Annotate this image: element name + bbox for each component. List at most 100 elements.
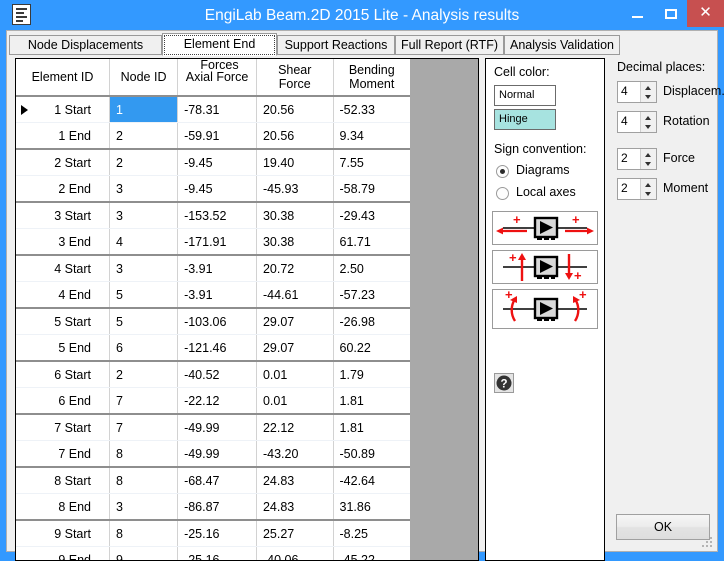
tab-element-end-forces[interactable]: Element End Forces — [162, 33, 277, 72]
table-row[interactable]: 3 End 4 -171.91 30.38 61.71 — [16, 228, 410, 256]
cell-node-id[interactable]: 8 — [109, 467, 179, 494]
cell-bending-moment[interactable]: -50.89 — [333, 440, 410, 468]
cell-node-id[interactable]: 3 — [109, 202, 179, 229]
cell-bending-moment[interactable]: -58.79 — [333, 175, 410, 203]
cell-axial-force[interactable]: -153.52 — [177, 202, 257, 229]
cell-element-id[interactable]: 6 Start — [16, 361, 111, 388]
stepper-buttons[interactable] — [640, 82, 656, 102]
cell-axial-force[interactable]: -68.47 — [177, 467, 257, 494]
cell-shear-force[interactable]: 0.01 — [256, 387, 334, 415]
cell-shear-force[interactable]: -45.93 — [256, 175, 334, 203]
cell-bending-moment[interactable]: -52.33 — [333, 96, 410, 123]
cell-bending-moment[interactable]: 31.86 — [333, 493, 410, 521]
cell-bending-moment[interactable]: -8.25 — [333, 520, 410, 547]
cell-bending-moment[interactable]: 1.79 — [333, 361, 410, 388]
cell-element-id[interactable]: 7 End — [16, 440, 111, 468]
cell-node-id[interactable]: 3 — [109, 493, 179, 521]
close-button[interactable]: ✕ — [687, 0, 724, 27]
cell-element-id[interactable]: 3 End — [16, 228, 111, 256]
cell-node-id[interactable]: 6 — [109, 334, 179, 362]
table-row[interactable]: 5 End 6 -121.46 29.07 60.22 — [16, 334, 410, 362]
shear-force-sign-diagram[interactable]: + + — [492, 250, 598, 284]
cell-element-id[interactable]: 1 Start — [16, 96, 111, 123]
stepper-down-icon[interactable] — [641, 92, 656, 102]
cell-shear-force[interactable]: -43.20 — [256, 440, 334, 468]
cell-shear-force[interactable]: 20.56 — [256, 96, 334, 123]
table-row[interactable]: 6 Start 2 -40.52 0.01 1.79 — [16, 361, 410, 388]
cell-node-id[interactable]: 2 — [109, 122, 179, 150]
stepper-up-icon[interactable] — [641, 112, 656, 122]
table-row[interactable]: 7 Start 7 -49.99 22.12 1.81 — [16, 414, 410, 441]
tab-support-reactions[interactable]: Support Reactions — [277, 35, 395, 55]
column-header-element-id[interactable]: Element ID — [16, 59, 111, 97]
resize-grip[interactable] — [701, 536, 714, 549]
cell-bending-moment[interactable]: 60.22 — [333, 334, 410, 362]
cell-element-id[interactable]: 7 Start — [16, 414, 111, 441]
decimals-displacement-stepper[interactable]: 4 — [617, 81, 657, 103]
cell-element-id[interactable]: 4 Start — [16, 255, 111, 282]
cell-element-id[interactable]: 8 End — [16, 493, 111, 521]
decimals-force-stepper[interactable]: 2 — [617, 148, 657, 170]
cell-bending-moment[interactable]: 7.55 — [333, 149, 410, 176]
stepper-up-icon[interactable] — [641, 149, 656, 159]
cell-shear-force[interactable]: -40.06 — [256, 546, 334, 560]
cell-color-hinge-swatch[interactable]: Hinge — [494, 109, 556, 130]
cell-node-id[interactable]: 2 — [109, 361, 179, 388]
cell-shear-force[interactable]: -44.61 — [256, 281, 334, 309]
cell-axial-force[interactable]: -86.87 — [177, 493, 257, 521]
cell-axial-force[interactable]: -171.91 — [177, 228, 257, 256]
cell-element-id[interactable]: 8 Start — [16, 467, 111, 494]
column-header-shear-force[interactable]: Shear Force — [256, 59, 334, 97]
table-row[interactable]: 3 Start 3 -153.52 30.38 -29.43 — [16, 202, 410, 229]
stepper-down-icon[interactable] — [641, 189, 656, 199]
cell-bending-moment[interactable]: 1.81 — [333, 387, 410, 415]
cell-element-id[interactable]: 2 End — [16, 175, 111, 203]
cell-bending-moment[interactable]: -45.22 — [333, 546, 410, 560]
tab-node-displacements[interactable]: Node Displacements — [9, 35, 162, 55]
ok-button[interactable]: OK — [616, 514, 710, 540]
stepper-up-icon[interactable] — [641, 82, 656, 92]
table-row[interactable]: 6 End 7 -22.12 0.01 1.81 — [16, 387, 410, 415]
cell-bending-moment[interactable]: 61.71 — [333, 228, 410, 256]
cell-element-id[interactable]: 9 Start — [16, 520, 111, 547]
table-row[interactable]: 7 End 8 -49.99 -43.20 -50.89 — [16, 440, 410, 468]
cell-axial-force[interactable]: -59.91 — [177, 122, 257, 150]
cell-node-id[interactable]: 9 — [109, 546, 179, 560]
cell-shear-force[interactable]: 0.01 — [256, 361, 334, 388]
table-row[interactable]: 9 Start 8 -25.16 25.27 -8.25 — [16, 520, 410, 547]
cell-node-id[interactable]: 2 — [109, 149, 179, 176]
cell-shear-force[interactable]: 30.38 — [256, 202, 334, 229]
cell-bending-moment[interactable]: -57.23 — [333, 281, 410, 309]
table-row[interactable]: 2 Start 2 -9.45 19.40 7.55 — [16, 149, 410, 176]
cell-axial-force[interactable]: -121.46 — [177, 334, 257, 362]
cell-shear-force[interactable]: 20.72 — [256, 255, 334, 282]
tab-analysis-validation[interactable]: Analysis Validation — [504, 35, 620, 55]
cell-element-id[interactable]: 5 End — [16, 334, 111, 362]
stepper-up-icon[interactable] — [641, 179, 656, 189]
column-header-node-id[interactable]: Node ID — [109, 59, 179, 97]
cell-node-id[interactable]: 5 — [109, 281, 179, 309]
cell-node-id[interactable]: 8 — [109, 440, 179, 468]
cell-element-id[interactable]: 2 Start — [16, 149, 111, 176]
decimals-rotation-stepper[interactable]: 4 — [617, 111, 657, 133]
table-row[interactable]: 8 End 3 -86.87 24.83 31.86 — [16, 493, 410, 521]
cell-axial-force[interactable]: -9.45 — [177, 149, 257, 176]
stepper-buttons[interactable] — [640, 112, 656, 132]
table-row[interactable]: 9 End 9 -25.16 -40.06 -45.22 — [16, 546, 410, 560]
table-row[interactable]: 2 End 3 -9.45 -45.93 -58.79 — [16, 175, 410, 203]
cell-shear-force[interactable]: 29.07 — [256, 334, 334, 362]
cell-bending-moment[interactable]: 2.50 — [333, 255, 410, 282]
cell-node-id[interactable]: 5 — [109, 308, 179, 335]
cell-axial-force[interactable]: -25.16 — [177, 546, 257, 560]
cell-shear-force[interactable]: 24.83 — [256, 467, 334, 494]
table-row[interactable]: 1 End 2 -59.91 20.56 9.34 — [16, 122, 410, 150]
cell-shear-force[interactable]: 22.12 — [256, 414, 334, 441]
cell-element-id[interactable]: 9 End — [16, 546, 111, 560]
stepper-down-icon[interactable] — [641, 122, 656, 132]
stepper-buttons[interactable] — [640, 149, 656, 169]
cell-element-id[interactable]: 3 Start — [16, 202, 111, 229]
decimals-moment-stepper[interactable]: 2 — [617, 178, 657, 200]
table-row[interactable]: 4 End 5 -3.91 -44.61 -57.23 — [16, 281, 410, 309]
table-row[interactable]: 5 Start 5 -103.06 29.07 -26.98 — [16, 308, 410, 335]
cell-shear-force[interactable]: 19.40 — [256, 149, 334, 176]
